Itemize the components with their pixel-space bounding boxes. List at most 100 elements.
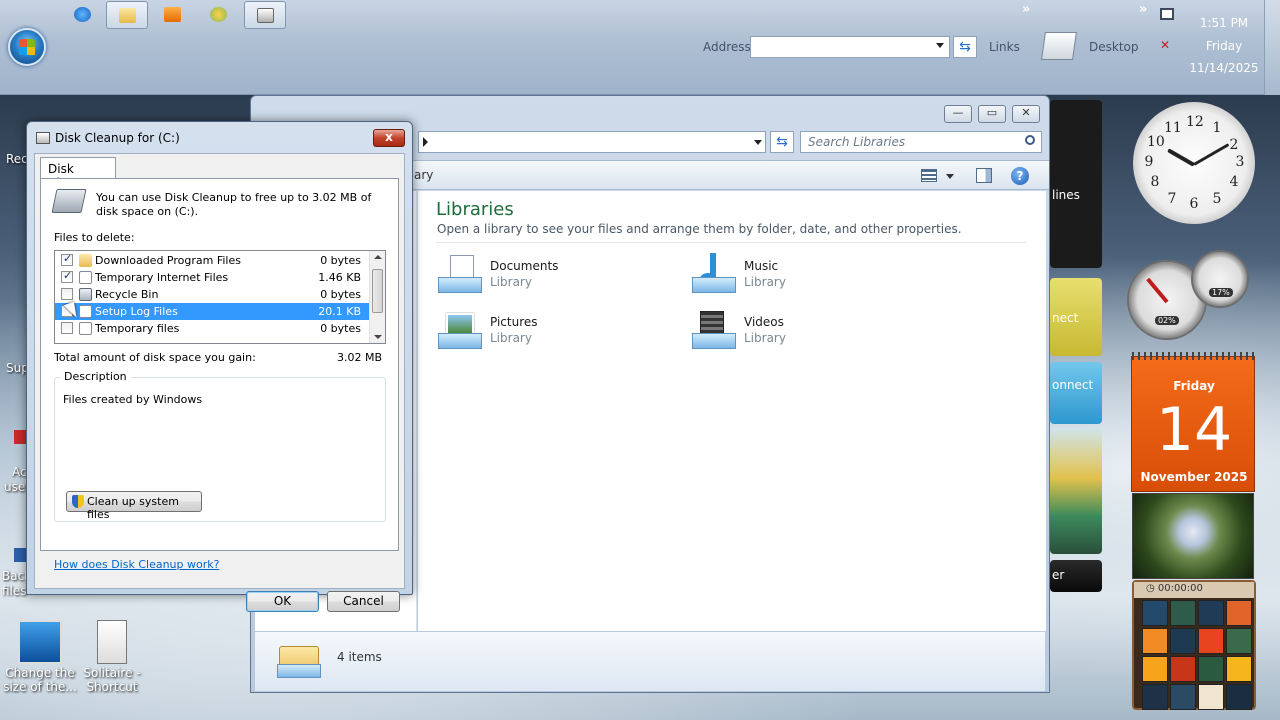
tab-disk-cleanup[interactable]: Disk Cleanup (40, 157, 116, 190)
address-history-dropdown-icon[interactable] (754, 140, 762, 145)
desktop-icon-change-size[interactable]: Change the size of the... (0, 620, 80, 694)
sidebar-gadget[interactable]: onnect (1050, 362, 1102, 424)
explorer-taskbar-button[interactable] (106, 1, 148, 29)
library-documents[interactable]: Documents Library (436, 253, 656, 303)
clock-date[interactable]: 11/14/2025 (1186, 61, 1262, 75)
slideshow-gadget[interactable] (1132, 493, 1254, 579)
dialog-close-button[interactable]: x (373, 129, 405, 147)
library-name: Videos (744, 315, 784, 329)
app-taskbar-button[interactable] (198, 1, 240, 29)
file-checkbox[interactable] (61, 288, 73, 300)
puzzle-tile[interactable] (1198, 628, 1224, 654)
search-input[interactable]: Search Libraries (800, 131, 1042, 153)
sidebar-gadget[interactable] (1050, 428, 1102, 554)
scroll-up-icon[interactable] (374, 255, 382, 259)
description-legend: Description (60, 370, 131, 383)
file-size: 0 bytes (320, 322, 361, 335)
puzzle-tile[interactable] (1142, 656, 1168, 682)
sidebar-gadget[interactable]: er (1050, 560, 1102, 592)
page-title: Libraries (436, 199, 514, 220)
file-size: 0 bytes (320, 288, 361, 301)
puzzle-tile[interactable] (1170, 628, 1196, 654)
puzzle-tile[interactable] (1142, 684, 1168, 710)
library-music[interactable]: Music Library (690, 253, 910, 303)
picture-puzzle-gadget[interactable]: ◷ 00:00:00 (1132, 580, 1256, 710)
list-item-selected[interactable]: Setup Log Files 20.1 KB (55, 303, 369, 320)
puzzle-tile[interactable] (1170, 684, 1196, 710)
address-input[interactable] (750, 36, 950, 58)
network-icon[interactable] (1160, 8, 1174, 20)
address-go-button[interactable]: ⇆ (953, 36, 977, 58)
list-item[interactable]: Temporary files 0 bytes (55, 320, 369, 337)
scroll-down-icon[interactable] (374, 335, 382, 339)
media-player-taskbar-button[interactable] (152, 1, 194, 29)
close-button[interactable]: ✕ (1012, 105, 1040, 123)
search-icon[interactable] (1025, 135, 1035, 145)
help-icon[interactable]: ? (1011, 167, 1029, 185)
ok-button[interactable]: OK (246, 591, 319, 612)
explorer-address-bar[interactable] (418, 131, 766, 153)
change-view-icon[interactable] (921, 169, 937, 182)
refresh-button[interactable]: ⇆ (770, 131, 794, 153)
document-icon (79, 271, 92, 284)
desktop-toolbar[interactable]: Desktop (1089, 40, 1139, 54)
help-link[interactable]: How does Disk Cleanup work? (54, 558, 219, 571)
clock-number: 12 (1186, 114, 1204, 130)
puzzle-tile[interactable] (1226, 684, 1252, 710)
clock-time[interactable]: 1:51 PM (1196, 16, 1252, 30)
disk-cleanup-taskbar-button[interactable] (244, 1, 286, 29)
maximize-button[interactable]: ▭ (978, 105, 1006, 123)
puzzle-tile[interactable] (1226, 600, 1252, 626)
list-item[interactable]: Temporary Internet Files 1.46 KB (55, 269, 369, 286)
start-button[interactable] (8, 28, 46, 66)
library-pictures[interactable]: Pictures Library (436, 309, 656, 359)
puzzle-tile[interactable] (1170, 600, 1196, 626)
sidebar-gadget[interactable]: lines (1050, 100, 1102, 268)
desktop-toolbar-icon[interactable] (1041, 32, 1077, 60)
puzzle-tile[interactable] (1198, 656, 1224, 682)
monitor-icon (18, 620, 62, 664)
desktop-icon-solitaire[interactable]: Solitaire - Shortcut (72, 620, 152, 694)
list-item[interactable]: Recycle Bin 0 bytes (55, 286, 369, 303)
memory-meter-gadget[interactable]: 17% (1191, 250, 1249, 308)
sidebar-gadget[interactable]: nect (1050, 278, 1102, 356)
puzzle-tile[interactable] (1198, 600, 1224, 626)
calendar-weekday: Friday (1173, 379, 1215, 393)
minimize-button[interactable]: — (944, 105, 972, 123)
puzzle-tile[interactable] (1142, 600, 1168, 626)
files-to-delete-list[interactable]: Downloaded Program Files 0 bytes Tempora… (54, 250, 386, 344)
links-toolbar[interactable]: Links (989, 40, 1020, 54)
preview-pane-icon[interactable] (976, 168, 992, 183)
internet-explorer-taskbar-button[interactable] (62, 1, 104, 29)
list-scrollbar[interactable] (369, 251, 385, 343)
clean-up-system-files-button[interactable]: Clean up system files (66, 491, 202, 521)
scroll-thumb[interactable] (372, 269, 383, 313)
file-checkbox[interactable] (61, 252, 73, 266)
address-dropdown-icon[interactable] (936, 43, 944, 48)
puzzle-tile[interactable] (1226, 656, 1252, 682)
puzzle-tile[interactable] (1170, 656, 1196, 682)
volume-muted-icon[interactable]: ✕ (1160, 38, 1174, 52)
view-dropdown-icon[interactable] (946, 174, 954, 179)
file-checkbox[interactable] (61, 322, 73, 334)
desktop-edge-label: files (2, 584, 27, 598)
calendar-gadget[interactable]: Friday 14 November 2025 (1131, 352, 1256, 492)
toolbar-item[interactable]: ary (414, 168, 433, 182)
list-item[interactable]: Downloaded Program Files 0 bytes (55, 252, 369, 269)
library-videos[interactable]: Videos Library (690, 309, 910, 359)
puzzle-tile[interactable] (1226, 628, 1252, 654)
folder-icon (79, 254, 92, 267)
puzzle-tile[interactable] (1142, 628, 1168, 654)
clock-gadget[interactable]: 12 1 2 3 4 5 6 7 8 9 10 11 (1133, 102, 1255, 224)
breadcrumb-arrow-icon[interactable] (423, 137, 428, 147)
puzzle-tile[interactable] (1198, 684, 1224, 710)
toolbar-chevron-icon[interactable]: » (1139, 2, 1147, 17)
clock-day[interactable]: Friday (1196, 39, 1252, 53)
cancel-button[interactable]: Cancel (327, 591, 400, 612)
clock-number: 7 (1167, 191, 1177, 207)
clock-number: 6 (1189, 196, 1199, 212)
show-desktop-button[interactable] (1264, 0, 1280, 95)
clock-number: 9 (1144, 154, 1154, 170)
file-checkbox[interactable] (61, 269, 73, 283)
links-chevron-icon[interactable]: » (1022, 2, 1030, 17)
